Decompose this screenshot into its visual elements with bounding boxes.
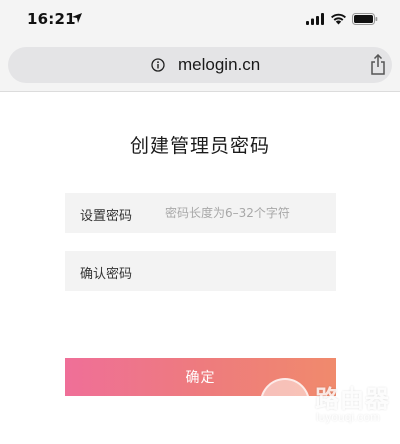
watermark-title: 路由器 bbox=[315, 385, 390, 413]
watermark-subtitle: luyouqi.com bbox=[316, 410, 381, 424]
confirm-password-input[interactable] bbox=[165, 251, 330, 291]
confirm-password-field[interactable]: 确认密码 bbox=[65, 251, 336, 291]
password-input[interactable] bbox=[165, 193, 330, 233]
location-arrow-icon bbox=[72, 13, 82, 23]
wifi-icon bbox=[331, 13, 346, 25]
status-bar: 16:21 bbox=[0, 0, 400, 40]
watermark-logo: 路由器 luyouqi.com bbox=[260, 370, 400, 444]
page-title: 创建管理员密码 bbox=[129, 135, 270, 157]
url-text[interactable]: melogin.cn bbox=[178, 55, 260, 75]
confirm-password-label: 确认密码 bbox=[80, 267, 133, 282]
signal-icon bbox=[306, 13, 324, 25]
share-icon[interactable] bbox=[369, 54, 387, 76]
battery-icon bbox=[352, 13, 378, 25]
password-field[interactable]: 设置密码 bbox=[65, 193, 336, 233]
address-bar[interactable]: melogin.cn bbox=[8, 47, 392, 83]
password-label: 设置密码 bbox=[80, 209, 133, 224]
browser-toolbar: melogin.cn bbox=[0, 40, 400, 92]
router-logo-icon bbox=[260, 378, 310, 428]
status-time: 16:21 bbox=[27, 10, 76, 28]
info-icon[interactable] bbox=[151, 58, 165, 72]
